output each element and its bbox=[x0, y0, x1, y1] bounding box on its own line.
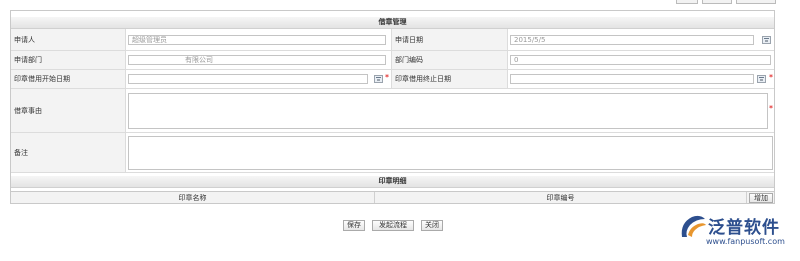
detail-table-header: 印章名称 印章编号 增加 bbox=[10, 191, 775, 204]
end-date-input[interactable] bbox=[510, 74, 754, 84]
required-mark: * bbox=[385, 73, 389, 82]
required-mark: * bbox=[769, 104, 773, 113]
column-seal-number: 印章编号 bbox=[375, 192, 747, 203]
end-date-label: 印章借用终止日期 bbox=[391, 70, 508, 88]
save-button[interactable]: 保存 bbox=[343, 220, 365, 231]
department-input[interactable]: 有限公司 bbox=[128, 55, 386, 65]
dept-code-input[interactable]: 0 bbox=[510, 55, 771, 65]
dept-code-label: 部门编码 bbox=[391, 51, 508, 69]
remark-textarea[interactable] bbox=[128, 136, 773, 170]
add-row-button[interactable]: 增加 bbox=[749, 193, 773, 203]
logo-name: 泛普软件 bbox=[708, 218, 780, 238]
reason-label: 借章事由 bbox=[11, 89, 126, 132]
logo-url: www.fanpusoft.com bbox=[706, 237, 785, 246]
required-mark: * bbox=[769, 73, 773, 82]
start-date-input[interactable] bbox=[128, 74, 368, 84]
start-workflow-button[interactable]: 发起流程 bbox=[372, 220, 414, 231]
close-button[interactable]: 关闭 bbox=[421, 220, 443, 231]
form-row-applicant: 申请人 超级管理员 申请日期 2015/5/5 bbox=[11, 29, 774, 51]
form-row-dates: 印章借用开始日期 * 印章借用终止日期 * bbox=[11, 70, 774, 89]
detail-title: 印章明细 bbox=[11, 176, 774, 188]
form-row-department: 申请部门 有限公司 部门编码 0 bbox=[11, 51, 774, 70]
calendar-icon[interactable] bbox=[762, 36, 771, 44]
start-date-label: 印章借用开始日期 bbox=[11, 70, 126, 88]
calendar-icon[interactable] bbox=[757, 75, 766, 83]
logo-mark-icon bbox=[681, 215, 706, 237]
top-toolbar-button[interactable] bbox=[736, 0, 776, 4]
apply-date-label: 申请日期 bbox=[391, 29, 508, 50]
form-row-remark: 备注 bbox=[11, 133, 774, 173]
column-seal-name: 印章名称 bbox=[11, 192, 375, 203]
form-row-reason: 借章事由 * bbox=[11, 89, 774, 133]
top-toolbar-button[interactable] bbox=[676, 0, 698, 4]
applicant-input[interactable]: 超级管理员 bbox=[128, 35, 386, 45]
calendar-icon[interactable] bbox=[374, 75, 383, 83]
applicant-label: 申请人 bbox=[11, 29, 126, 50]
top-toolbar-button[interactable] bbox=[702, 0, 732, 4]
reason-textarea[interactable] bbox=[128, 93, 768, 129]
form-title: 借章管理 bbox=[11, 17, 774, 29]
department-label: 申请部门 bbox=[11, 51, 126, 69]
remark-label: 备注 bbox=[11, 133, 126, 172]
seal-borrow-form: 借章管理 申请人 超级管理员 申请日期 2015/5/5 申请部门 有限公司 部… bbox=[10, 10, 775, 192]
department-value: 有限公司 bbox=[185, 56, 213, 64]
fanpu-logo: 泛普软件 www.fanpusoft.com bbox=[678, 213, 796, 253]
apply-date-input[interactable]: 2015/5/5 bbox=[510, 35, 754, 45]
